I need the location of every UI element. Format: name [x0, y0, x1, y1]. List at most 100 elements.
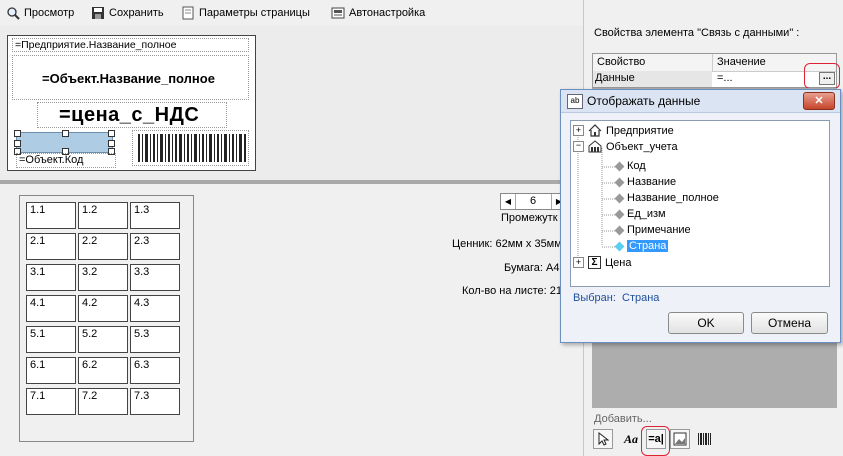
per-sheet-label: Кол-во на листе: 21 [462, 285, 562, 297]
selected-label: Выбран: [573, 292, 616, 304]
text-style-icon: Aa [623, 431, 638, 446]
highlight-ring [804, 63, 840, 89]
barcode-icon [138, 134, 246, 162]
expand-icon[interactable]: + [573, 125, 584, 136]
grid-cell: 6.1 [26, 357, 76, 384]
resize-handle[interactable] [62, 130, 69, 137]
tree-label: Название [627, 176, 677, 188]
close-icon[interactable]: ✕ [803, 92, 835, 110]
save-button[interactable]: Сохранить [91, 4, 164, 22]
selected-data-field[interactable] [14, 130, 115, 155]
tree-label: Объект_учета [606, 140, 678, 153]
resize-handle[interactable] [14, 140, 21, 147]
data-tree: + Предприятие − Объект_учета Код Названи… [570, 120, 830, 287]
pager-value[interactable]: 6 [515, 194, 551, 209]
grid-cell: 4.2 [78, 295, 128, 322]
page-params-button[interactable]: Параметры страницы [181, 4, 310, 22]
tree-node-enterprise[interactable]: + Предприятие [573, 124, 674, 137]
text-tool[interactable]: Aa [621, 429, 641, 449]
grid-cell: 5.1 [26, 326, 76, 353]
grid-cell: 3.1 [26, 264, 76, 291]
prev-icon[interactable]: ◀ [501, 194, 516, 209]
barcode-small-icon [698, 433, 711, 445]
tree-node-country[interactable]: Страна [614, 240, 669, 252]
autosetup-icon [331, 6, 345, 20]
tree-node-note[interactable]: Примечание [614, 224, 691, 236]
resize-handle[interactable] [14, 130, 21, 137]
autosetup-button[interactable]: Автонастройка [331, 4, 425, 22]
object-code-field[interactable]: =Объект.Код [16, 153, 116, 168]
sheet-preview: 1.1 1.2 1.3 2.1 2.2 2.3 3.1 3.2 3.3 4.1 4.2 4.3 5.1 5… [19, 195, 194, 442]
grid-cell: 6.3 [130, 357, 180, 384]
preview-button[interactable]: Просмотр [6, 4, 74, 22]
dialog-titlebar[interactable]: ab Отображать данные ✕ [561, 90, 840, 113]
tree-label: Название_полное [627, 192, 719, 204]
selected-value: Страна [622, 292, 660, 304]
property-value[interactable]: =... [717, 72, 733, 84]
tree-node-object[interactable]: − Объект_учета [573, 140, 678, 153]
pointer-tool[interactable] [593, 429, 613, 449]
grid-cell: 4.1 [26, 295, 76, 322]
resize-handle[interactable] [108, 130, 115, 137]
expand-icon[interactable]: + [573, 257, 584, 268]
tree-node-price[interactable]: + Σ Цена [573, 256, 631, 269]
paper-label: Бумага: А4 [504, 262, 560, 274]
tree-label: Ед_изм [627, 208, 666, 220]
grid-cell: 7.3 [130, 388, 180, 415]
tree-label: Код [627, 160, 646, 172]
cursor-icon [598, 432, 609, 446]
autosetup-label: Автонастройка [349, 7, 426, 19]
tool-highlight-ring [641, 426, 670, 456]
page-params-label: Параметры страницы [199, 7, 310, 19]
grid-cell: 7.2 [78, 388, 128, 415]
field-icon [614, 161, 625, 171]
grid-cell: 1.3 [130, 202, 180, 229]
image-tool[interactable] [670, 429, 690, 449]
display-data-dialog: ab Отображать данные ✕ + Предприятие − О… [560, 89, 841, 343]
add-label: Добавить... [594, 413, 652, 425]
tree-label: Предприятие [606, 124, 674, 137]
grid-cell: 1.2 [78, 202, 128, 229]
label-canvas: =Предприятие.Название_полное =Объект.Наз… [7, 35, 256, 171]
grid-cell: 5.2 [78, 326, 128, 353]
dialog-title: Отображать данные [587, 94, 701, 108]
tree-node-code[interactable]: Код [614, 160, 646, 172]
grid-cell: 2.2 [78, 233, 128, 260]
enterprise-field[interactable]: =Предприятие.Название_полное [12, 38, 249, 52]
tree-node-name[interactable]: Название [614, 176, 677, 188]
grid-cell: 3.3 [130, 264, 180, 291]
collapse-icon[interactable]: − [573, 141, 584, 152]
barcode-tool[interactable] [694, 429, 714, 449]
ok-button[interactable]: OK [668, 312, 744, 334]
field-icon [614, 209, 625, 219]
col-value: Значение [717, 56, 766, 68]
grid-cell: 4.3 [130, 295, 180, 322]
grid-cell: 3.2 [78, 264, 128, 291]
label-designer: =Предприятие.Название_полное =Объект.Наз… [0, 26, 583, 180]
tree-label: Цена [605, 256, 632, 269]
cancel-button[interactable]: Отмена [751, 312, 828, 334]
resize-handle[interactable] [108, 140, 115, 147]
image-icon [673, 432, 687, 446]
tree-node-full-name[interactable]: Название_полное [614, 192, 719, 204]
page-icon [181, 6, 195, 20]
grid-cell: 7.1 [26, 388, 76, 415]
field-icon [614, 177, 625, 187]
home-icon [588, 124, 602, 137]
field-icon [614, 225, 625, 235]
pager[interactable]: ◀ 6 ▶ [500, 193, 566, 210]
col-property: Свойство [597, 56, 646, 68]
grid-cell: 2.1 [26, 233, 76, 260]
object-name-field[interactable]: =Объект.Название_полное [12, 55, 249, 100]
barcode-field[interactable] [132, 130, 249, 166]
property-row[interactable]: Данные [593, 71, 712, 87]
tree-label: Примечание [627, 224, 691, 236]
floppy-icon [91, 6, 105, 20]
save-label: Сохранить [109, 7, 164, 19]
field-icon [614, 241, 625, 251]
tree-node-unit[interactable]: Ед_изм [614, 208, 666, 220]
price-field[interactable]: =цена_с_НДС [37, 102, 227, 128]
grid-cell: 2.3 [130, 233, 180, 260]
property-name: Данные [595, 72, 635, 84]
preview-label: Просмотр [24, 7, 75, 19]
